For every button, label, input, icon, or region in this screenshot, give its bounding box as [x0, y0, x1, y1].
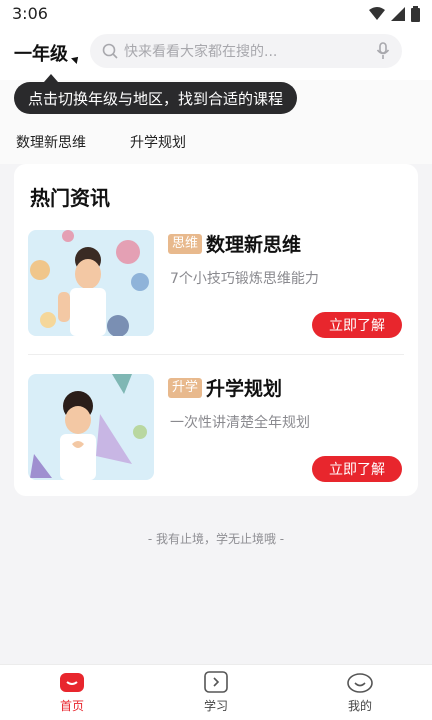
- search-icon: [102, 43, 118, 59]
- tab-label: 学习: [203, 699, 228, 713]
- quick-nav-math[interactable]: 数理新思维: [16, 132, 86, 152]
- grade-label: 一年级: [14, 44, 68, 65]
- tooltip-arrow: [44, 74, 58, 82]
- slogan-text: - 我有止境，学无止境哦 -: [147, 532, 285, 546]
- status-bar: 3:06: [0, 0, 432, 28]
- tab-label: 我的: [347, 699, 372, 713]
- boy-thumbnail: [28, 230, 154, 336]
- grade-tooltip: 点击切换年级与地区，找到合适的课程: [14, 82, 298, 114]
- battery-icon: [411, 6, 420, 22]
- quick-nav-plan[interactable]: 升学规划: [130, 132, 186, 152]
- mic-icon[interactable]: [376, 42, 390, 60]
- bottom-nav: 首页 学习 我的: [0, 664, 432, 720]
- status-icons: [369, 6, 420, 22]
- play-icon: [204, 671, 228, 693]
- wifi-icon: [369, 7, 385, 20]
- signal-icon: [391, 7, 405, 21]
- item-title: 升学规划: [206, 378, 283, 400]
- search-input[interactable]: 快来看看大家都在搜的...: [124, 41, 376, 61]
- learn-more-button[interactable]: 立即了解: [312, 312, 402, 338]
- item-tag: 思维: [168, 234, 203, 254]
- top-header: 一年级 快来看看大家都在搜的...: [0, 28, 432, 80]
- item-desc: 一次性讲清楚全年规划: [170, 415, 310, 431]
- profile-icon: [347, 673, 373, 693]
- caret-icon: [71, 54, 81, 64]
- tab-home[interactable]: 首页: [32, 671, 112, 714]
- tab-mine[interactable]: 我的: [320, 671, 400, 714]
- hot-news-card: 热门资讯 思维 数理新思维 7个小技巧锻炼思维能力 立即了解 升学 升学规划 一…: [14, 164, 418, 496]
- tab-label: 首页: [59, 699, 84, 713]
- item-title: 数理新思维: [206, 234, 302, 256]
- news-item-plan[interactable]: 升学 升学规划 一次性讲清楚全年规划 立即了解: [28, 374, 404, 482]
- girl-thumbnail: [28, 374, 154, 480]
- item-desc: 7个小技巧锻炼思维能力: [170, 271, 319, 287]
- item-tag: 升学: [168, 378, 203, 398]
- grade-selector[interactable]: 一年级: [14, 40, 81, 66]
- news-item-math[interactable]: 思维 数理新思维 7个小技巧锻炼思维能力 立即了解: [28, 230, 404, 338]
- search-bar[interactable]: 快来看看大家都在搜的...: [90, 34, 402, 68]
- learn-more-button[interactable]: 立即了解: [312, 456, 402, 482]
- divider: [28, 354, 404, 355]
- hot-news-title: 热门资讯: [30, 186, 110, 210]
- status-time: 3:06: [12, 4, 48, 23]
- tab-study[interactable]: 学习: [176, 671, 256, 714]
- home-icon: [60, 673, 84, 692]
